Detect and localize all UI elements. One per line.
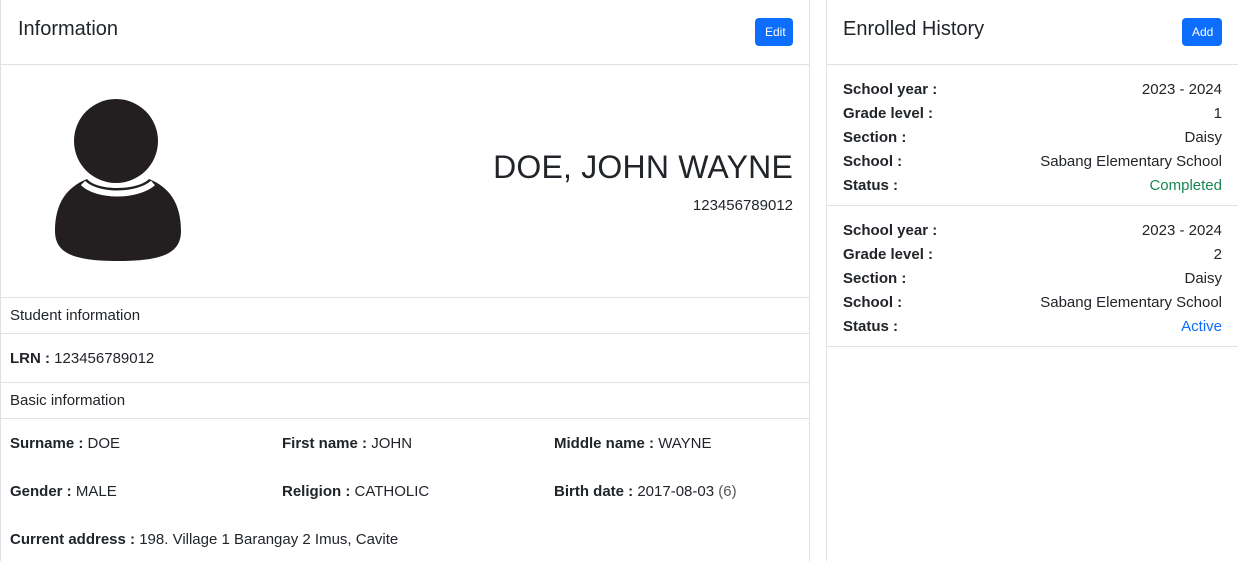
status-label: Status :	[843, 176, 899, 194]
address-field: Current address : 198. Village 1 Baranga…	[10, 531, 398, 548]
history-section-row: Section : Daisy	[843, 266, 1222, 290]
history-school-row: School : Sabang Elementary School	[843, 290, 1222, 314]
school-value: Sabang Elementary School	[1040, 293, 1222, 311]
history-status-row: Status : Active	[843, 314, 1222, 338]
middle-name-field: Middle name : WAYNE	[554, 435, 712, 452]
enrolled-history-title: Enrolled History	[843, 18, 985, 40]
school-year-value: 2023 - 2024	[1141, 80, 1222, 98]
school-label: School :	[843, 293, 903, 311]
history-section-row: Section : Daisy	[843, 125, 1222, 149]
gender-label: Gender :	[10, 483, 72, 500]
first-name-value: JOHN	[371, 435, 413, 452]
history-item: School year : 2023 - 2024 Grade level : …	[827, 65, 1238, 206]
birth-date-value: 2017-08-03	[637, 483, 715, 500]
school-year-value: 2023 - 2024	[1141, 221, 1222, 239]
lrn-label: LRN :	[10, 349, 50, 367]
basic-information-heading: Basic information	[1, 383, 809, 419]
birth-date-field: Birth date : 2017-08-03 (6)	[554, 483, 737, 500]
address-value: 198. Village 1 Barangay 2 Imus, Cavite	[139, 531, 399, 548]
middle-name-label: Middle name :	[554, 435, 655, 452]
history-status-row: Status : Completed	[843, 173, 1222, 197]
information-card: Information Edit DOE, JOHN WAYNE 1234567…	[0, 0, 810, 561]
religion-field: Religion : CATHOLIC	[282, 483, 429, 500]
birth-date-label: Birth date :	[554, 483, 634, 500]
school-value: Sabang Elementary School	[1040, 152, 1222, 170]
first-name-field: First name : JOHN	[282, 435, 412, 452]
student-information-heading-text: Student information	[10, 307, 141, 324]
history-grade-level-row: Grade level : 2	[843, 242, 1222, 266]
gender-field: Gender : MALE	[10, 483, 117, 500]
surname-field: Surname : DOE	[10, 435, 120, 452]
grade-level-label: Grade level :	[843, 104, 934, 122]
student-lrn-display: 123456789012	[692, 197, 793, 214]
section-value: Daisy	[1184, 269, 1222, 287]
section-label: Section :	[843, 128, 907, 146]
basic-information-grid: Surname : DOE First name : JOHN Middle n…	[1, 419, 809, 561]
grade-level-value: 1	[1213, 104, 1222, 122]
history-item: School year : 2023 - 2024 Grade level : …	[827, 206, 1238, 347]
information-card-header: Information Edit	[1, 0, 809, 65]
section-label: Section :	[843, 269, 907, 287]
history-school-row: School : Sabang Elementary School	[843, 149, 1222, 173]
address-label: Current address :	[10, 531, 136, 548]
first-name-label: First name :	[282, 435, 368, 452]
status-label: Status :	[843, 317, 899, 335]
student-profile-page: Information Edit DOE, JOHN WAYNE 1234567…	[0, 0, 1238, 561]
enrolled-history-header: Enrolled History Add	[827, 0, 1238, 65]
grade-level-value: 2	[1213, 245, 1222, 263]
profile-summary: DOE, JOHN WAYNE 123456789012	[1, 65, 809, 298]
religion-value: CATHOLIC	[354, 483, 430, 500]
lrn-row: LRN : 123456789012	[1, 334, 809, 383]
edit-button[interactable]: Edit	[755, 18, 793, 46]
history-school-year-row: School year : 2023 - 2024	[843, 77, 1222, 101]
basic-information-heading-text: Basic information	[10, 392, 126, 409]
history-school-year-row: School year : 2023 - 2024	[843, 218, 1222, 242]
history-grade-level-row: Grade level : 1	[843, 101, 1222, 125]
school-year-label: School year :	[843, 221, 938, 239]
student-full-name: DOE, JOHN WAYNE	[493, 149, 793, 185]
religion-label: Religion :	[282, 483, 351, 500]
surname-value: DOE	[87, 435, 121, 452]
gender-value: MALE	[75, 483, 117, 500]
information-title: Information	[18, 18, 119, 40]
grade-level-label: Grade level :	[843, 245, 934, 263]
surname-label: Surname :	[10, 435, 84, 452]
user-silhouette-icon	[55, 99, 181, 261]
middle-name-value: WAYNE	[658, 435, 712, 452]
status-value: Active	[1181, 317, 1222, 335]
student-information-heading: Student information	[1, 298, 809, 334]
section-value: Daisy	[1184, 128, 1222, 146]
add-enrollment-button[interactable]: Add	[1182, 18, 1222, 46]
status-value: Completed	[1149, 176, 1222, 194]
lrn-value: 123456789012	[54, 349, 155, 367]
enrolled-history-card: Enrolled History Add School year : 2023 …	[826, 0, 1238, 561]
school-label: School :	[843, 152, 903, 170]
school-year-label: School year :	[843, 80, 938, 98]
age-value: (6)	[718, 483, 737, 500]
